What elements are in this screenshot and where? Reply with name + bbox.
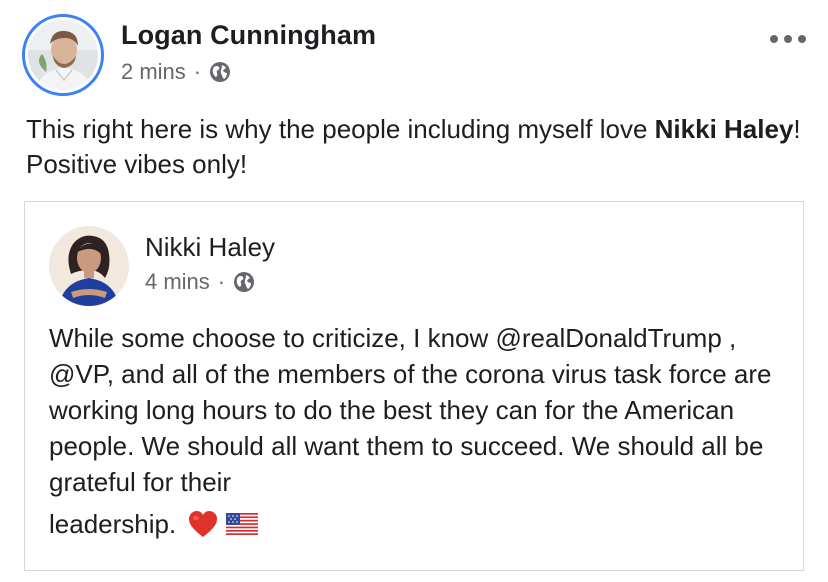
shared-post-body: While some choose to criticize, I know @… — [49, 323, 772, 497]
shared-post-time[interactable]: 4 mins — [145, 269, 210, 295]
shared-meta-separator: · — [217, 269, 226, 294]
shared-author-name[interactable]: Nikki Haley — [145, 232, 275, 263]
shared-post-last-word: leadership. — [49, 509, 177, 539]
shared-post-meta: 4 mins · — [145, 269, 255, 295]
post-text: This right here is why the people includ… — [26, 112, 816, 182]
feed-post: Logan Cunningham 2 mins · This right her… — [0, 0, 828, 582]
meta-separator: · — [193, 59, 202, 84]
us-flag-icon — [226, 513, 259, 535]
shared-post-text: While some choose to criticize, I know @… — [49, 320, 789, 542]
more-options-icon[interactable] — [770, 32, 806, 46]
author-avatar[interactable] — [22, 14, 104, 96]
shared-post-card[interactable]: Nikki Haley 4 mins · While some choose t… — [24, 201, 804, 571]
post-text-start: This right here is why the people includ… — [26, 114, 655, 144]
author-name[interactable]: Logan Cunningham — [121, 20, 376, 51]
post-time[interactable]: 2 mins — [121, 59, 186, 85]
author-avatar-photo — [28, 20, 98, 90]
shared-post-last-line: leadership. — [49, 506, 789, 542]
post-meta: 2 mins · — [121, 59, 231, 85]
post-text-mention[interactable]: Nikki Haley — [655, 114, 794, 144]
shared-author-avatar[interactable] — [49, 226, 129, 306]
red-heart-icon — [189, 511, 218, 537]
globe-icon[interactable] — [233, 271, 255, 293]
globe-icon[interactable] — [209, 61, 231, 83]
